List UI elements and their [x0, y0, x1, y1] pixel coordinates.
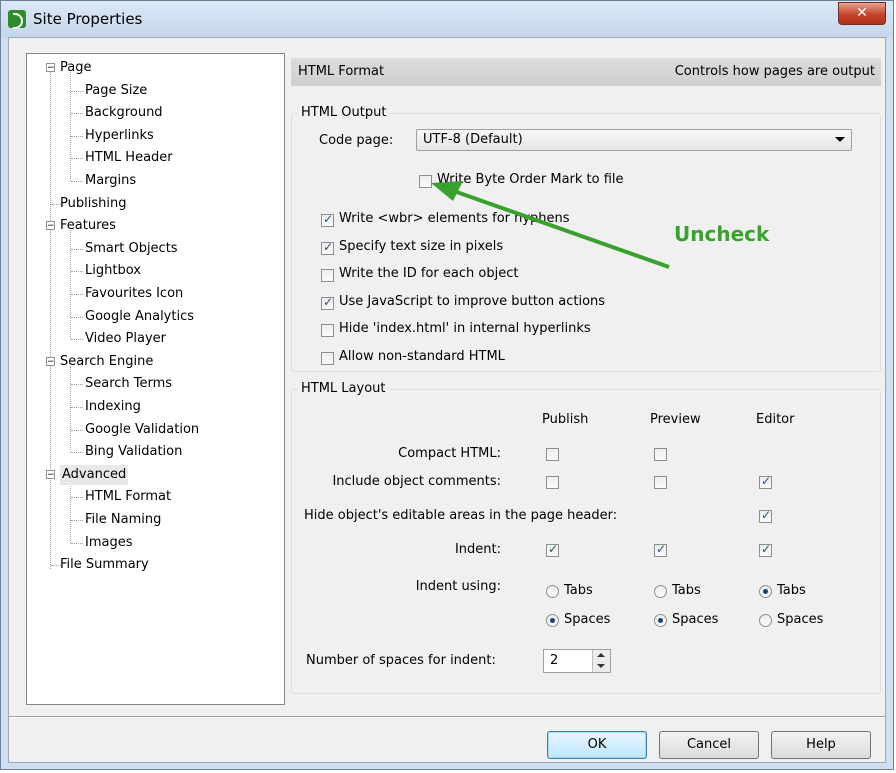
annotation-label: Uncheck — [674, 222, 770, 246]
annotation-arrow — [431, 181, 670, 269]
site-properties-dialog: Site Properties ✕ − Page Page Size Backgrou… — [0, 0, 894, 770]
annotation-arrow-line — [450, 188, 670, 269]
